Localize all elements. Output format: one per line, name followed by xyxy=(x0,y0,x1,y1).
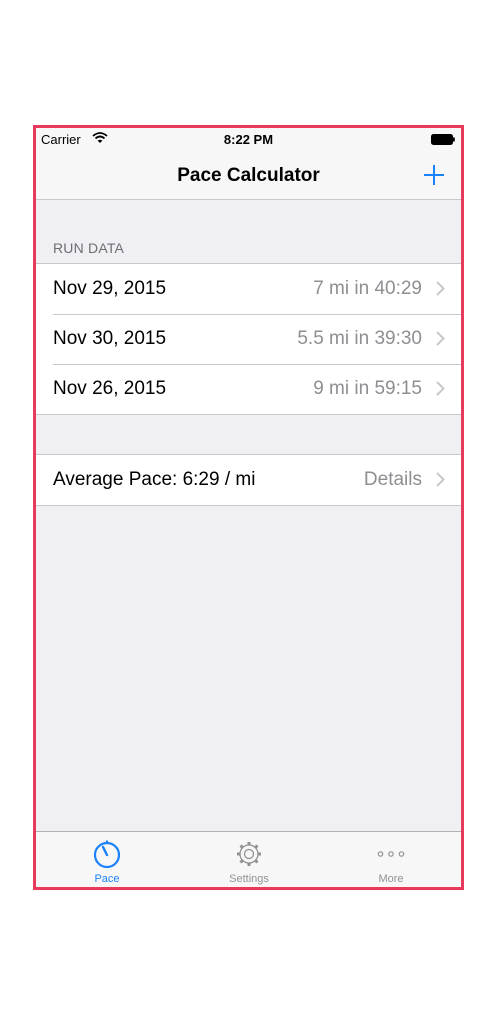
plus-icon[interactable] xyxy=(421,162,447,188)
average-pace-row[interactable]: Average Pace: 6:29 / mi Details xyxy=(36,455,461,505)
tab-pace[interactable]: Pace xyxy=(36,832,178,887)
tab-settings[interactable]: Settings xyxy=(178,832,320,887)
chevron-right-icon xyxy=(436,472,445,487)
navigation-bar: Pace Calculator xyxy=(36,152,461,200)
average-pace-section: Average Pace: 6:29 / mi Details xyxy=(36,454,461,506)
tab-more[interactable]: More xyxy=(320,832,461,887)
chevron-right-icon xyxy=(436,381,445,396)
chevron-right-icon xyxy=(436,331,445,346)
stopwatch-icon xyxy=(93,840,121,869)
tab-label: Pace xyxy=(94,873,120,885)
run-date: Nov 26, 2015 xyxy=(53,378,167,399)
tab-label: Settings xyxy=(229,873,269,885)
gear-icon xyxy=(237,842,261,866)
run-row[interactable]: Nov 26, 2015 9 mi in 59:15 xyxy=(36,364,461,414)
app-screen: Carrier 8:22 PM Pace Calculator RUN DATA… xyxy=(33,125,464,890)
page-title: Pace Calculator xyxy=(177,165,320,186)
section-header-run-data: RUN DATA xyxy=(53,240,125,256)
run-row[interactable]: Nov 29, 2015 7 mi in 40:29 xyxy=(36,264,461,314)
run-summary: 9 mi in 59:15 xyxy=(313,378,422,399)
chevron-right-icon xyxy=(436,281,445,296)
average-pace-label: Average Pace: 6:29 / mi xyxy=(53,469,256,490)
run-summary: 7 mi in 40:29 xyxy=(313,278,422,299)
tab-label: More xyxy=(378,873,404,885)
battery-icon xyxy=(431,134,455,145)
run-data-list: Nov 29, 2015 7 mi in 40:29 Nov 30, 2015 … xyxy=(36,263,461,415)
more-dots-icon xyxy=(377,851,405,857)
details-label: Details xyxy=(363,469,422,490)
run-summary: 5.5 mi in 39:30 xyxy=(297,328,422,349)
run-date: Nov 30, 2015 xyxy=(53,328,167,349)
tab-bar: Pace Settings More xyxy=(36,831,461,887)
run-date: Nov 29, 2015 xyxy=(53,278,167,299)
run-row[interactable]: Nov 30, 2015 5.5 mi in 39:30 xyxy=(36,314,461,364)
status-time: 8:22 PM xyxy=(223,132,274,147)
status-bar: Carrier 8:22 PM xyxy=(36,128,461,152)
